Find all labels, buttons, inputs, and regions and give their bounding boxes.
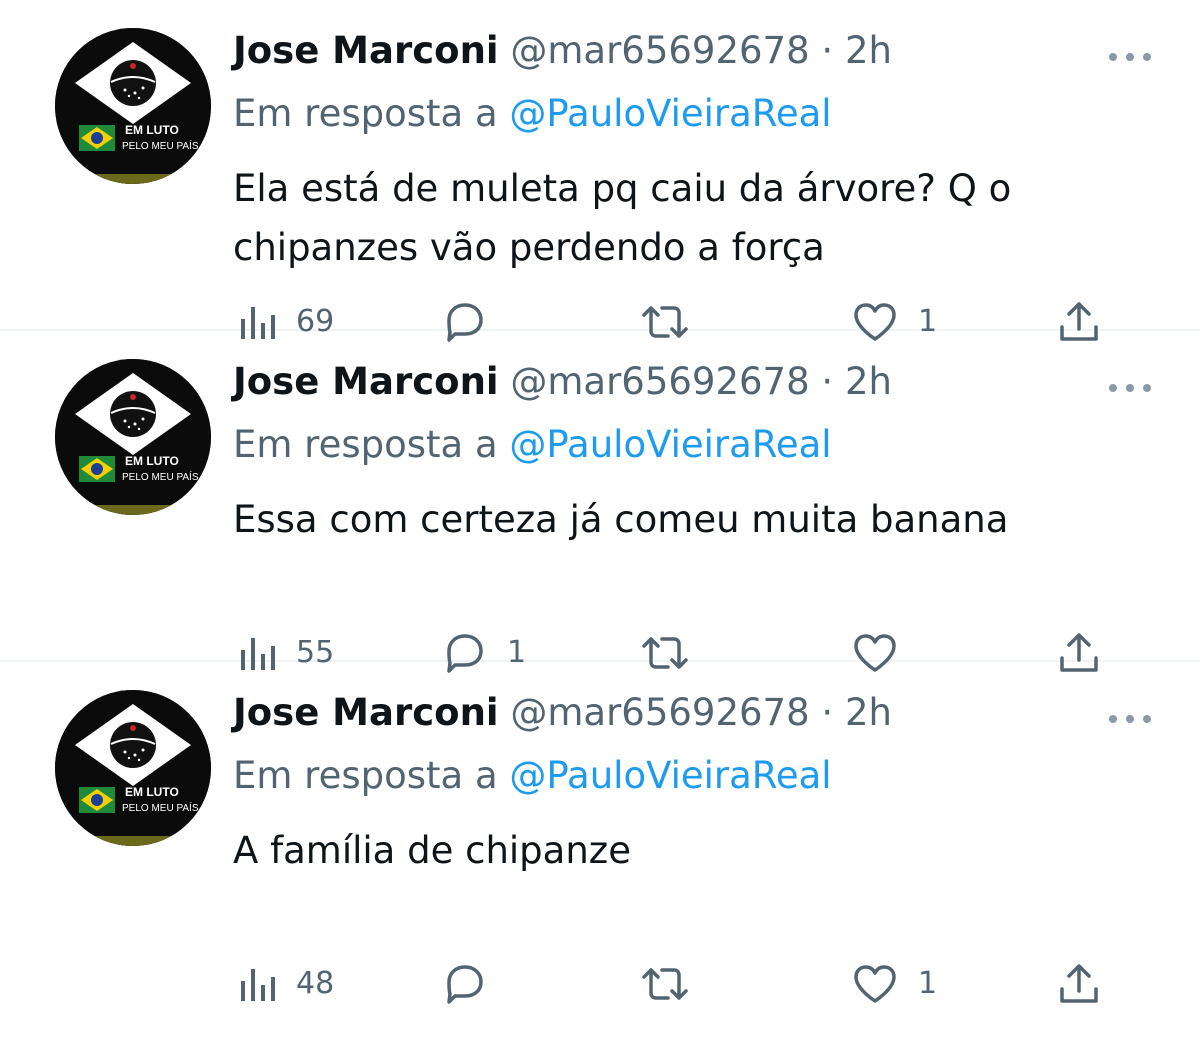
reply-prefix: Em resposta a bbox=[233, 92, 498, 135]
like-count: 1 bbox=[918, 966, 938, 1001]
display-name[interactable]: Jose Marconi bbox=[233, 29, 499, 72]
more-icon[interactable] bbox=[1108, 47, 1152, 61]
mention-link[interactable]: @PauloVieiraReal bbox=[509, 92, 831, 135]
like-icon bbox=[854, 965, 896, 1003]
tweet-header: Jose Marconi @mar65692678 · 2h bbox=[233, 688, 892, 738]
more-icon[interactable] bbox=[1108, 378, 1152, 392]
like-button[interactable]: 1 bbox=[852, 954, 937, 1014]
svg-text:EM LUTO: EM LUTO bbox=[125, 785, 179, 799]
svg-text:PELO MEU PAÍS: PELO MEU PAÍS bbox=[122, 139, 199, 152]
reply-button[interactable] bbox=[441, 954, 507, 1014]
user-handle[interactable]: @mar65692678 bbox=[510, 360, 809, 403]
avatar-logo: EM LUTO PELO MEU PAÍS bbox=[55, 359, 211, 515]
svg-text:EM LUTO: EM LUTO bbox=[125, 454, 179, 468]
tweet-text: Essa com certeza já comeu muita banana bbox=[233, 498, 1009, 541]
timestamp[interactable]: 2h bbox=[845, 29, 892, 72]
separator: · bbox=[821, 360, 834, 403]
avatar[interactable]: EM LUTO PELO MEU PAÍS bbox=[55, 359, 211, 515]
mention-link[interactable]: @PauloVieiraReal bbox=[509, 754, 831, 797]
avatar-logo: EM LUTO PELO MEU PAÍS bbox=[55, 28, 211, 184]
user-handle[interactable]: @mar65692678 bbox=[510, 29, 809, 72]
avatar[interactable]: EM LUTO PELO MEU PAÍS bbox=[55, 28, 211, 184]
views-icon bbox=[241, 969, 275, 1001]
separator: · bbox=[821, 691, 834, 734]
user-handle[interactable]: @mar65692678 bbox=[510, 691, 809, 734]
display-name[interactable]: Jose Marconi bbox=[233, 360, 499, 403]
display-name[interactable]: Jose Marconi bbox=[233, 691, 499, 734]
views-count: 48 bbox=[296, 966, 335, 1001]
timestamp[interactable]: 2h bbox=[845, 360, 892, 403]
views-button[interactable]: 48 bbox=[238, 954, 334, 1014]
reply-context: Em resposta a @PauloVieiraReal bbox=[233, 89, 832, 139]
reply-context: Em resposta a @PauloVieiraReal bbox=[233, 420, 832, 470]
tweet[interactable]: EM LUTO PELO MEU PAÍS Jose Marconi @mar6… bbox=[0, 331, 1200, 673]
tweet-text: Ela está de muleta pq caiu da árvore? Q … bbox=[233, 167, 1012, 269]
avatar[interactable]: EM LUTO PELO MEU PAÍS bbox=[55, 690, 211, 846]
svg-text:PELO MEU PAÍS: PELO MEU PAÍS bbox=[122, 801, 199, 814]
avatar-logo: EM LUTO PELO MEU PAÍS bbox=[55, 690, 211, 846]
svg-text:EM LUTO: EM LUTO bbox=[125, 123, 179, 137]
tweet-header: Jose Marconi @mar65692678 · 2h bbox=[233, 357, 892, 407]
action-bar: 48 1 bbox=[0, 954, 1200, 1014]
mention-link[interactable]: @PauloVieiraReal bbox=[509, 423, 831, 466]
share-icon bbox=[1060, 964, 1098, 1003]
more-icon[interactable] bbox=[1108, 709, 1152, 723]
tweet-header: Jose Marconi @mar65692678 · 2h bbox=[233, 26, 892, 76]
reply-icon bbox=[447, 965, 483, 1004]
reply-prefix: Em resposta a bbox=[233, 754, 498, 797]
svg-text:PELO MEU PAÍS: PELO MEU PAÍS bbox=[122, 470, 199, 483]
retweet-button[interactable] bbox=[640, 954, 710, 1014]
share-button[interactable] bbox=[1057, 954, 1101, 1014]
reply-context: Em resposta a @PauloVieiraReal bbox=[233, 751, 832, 801]
tweet[interactable]: EM LUTO PELO MEU PAÍS Jose Marconi @mar6… bbox=[0, 0, 1200, 342]
tweet-text: A família de chipanze bbox=[233, 829, 631, 872]
tweet[interactable]: EM LUTO PELO MEU PAÍS Jose Marconi @mar6… bbox=[0, 662, 1200, 1004]
retweet-icon bbox=[642, 968, 688, 1000]
timestamp[interactable]: 2h bbox=[845, 691, 892, 734]
separator: · bbox=[821, 29, 834, 72]
reply-prefix: Em resposta a bbox=[233, 423, 498, 466]
